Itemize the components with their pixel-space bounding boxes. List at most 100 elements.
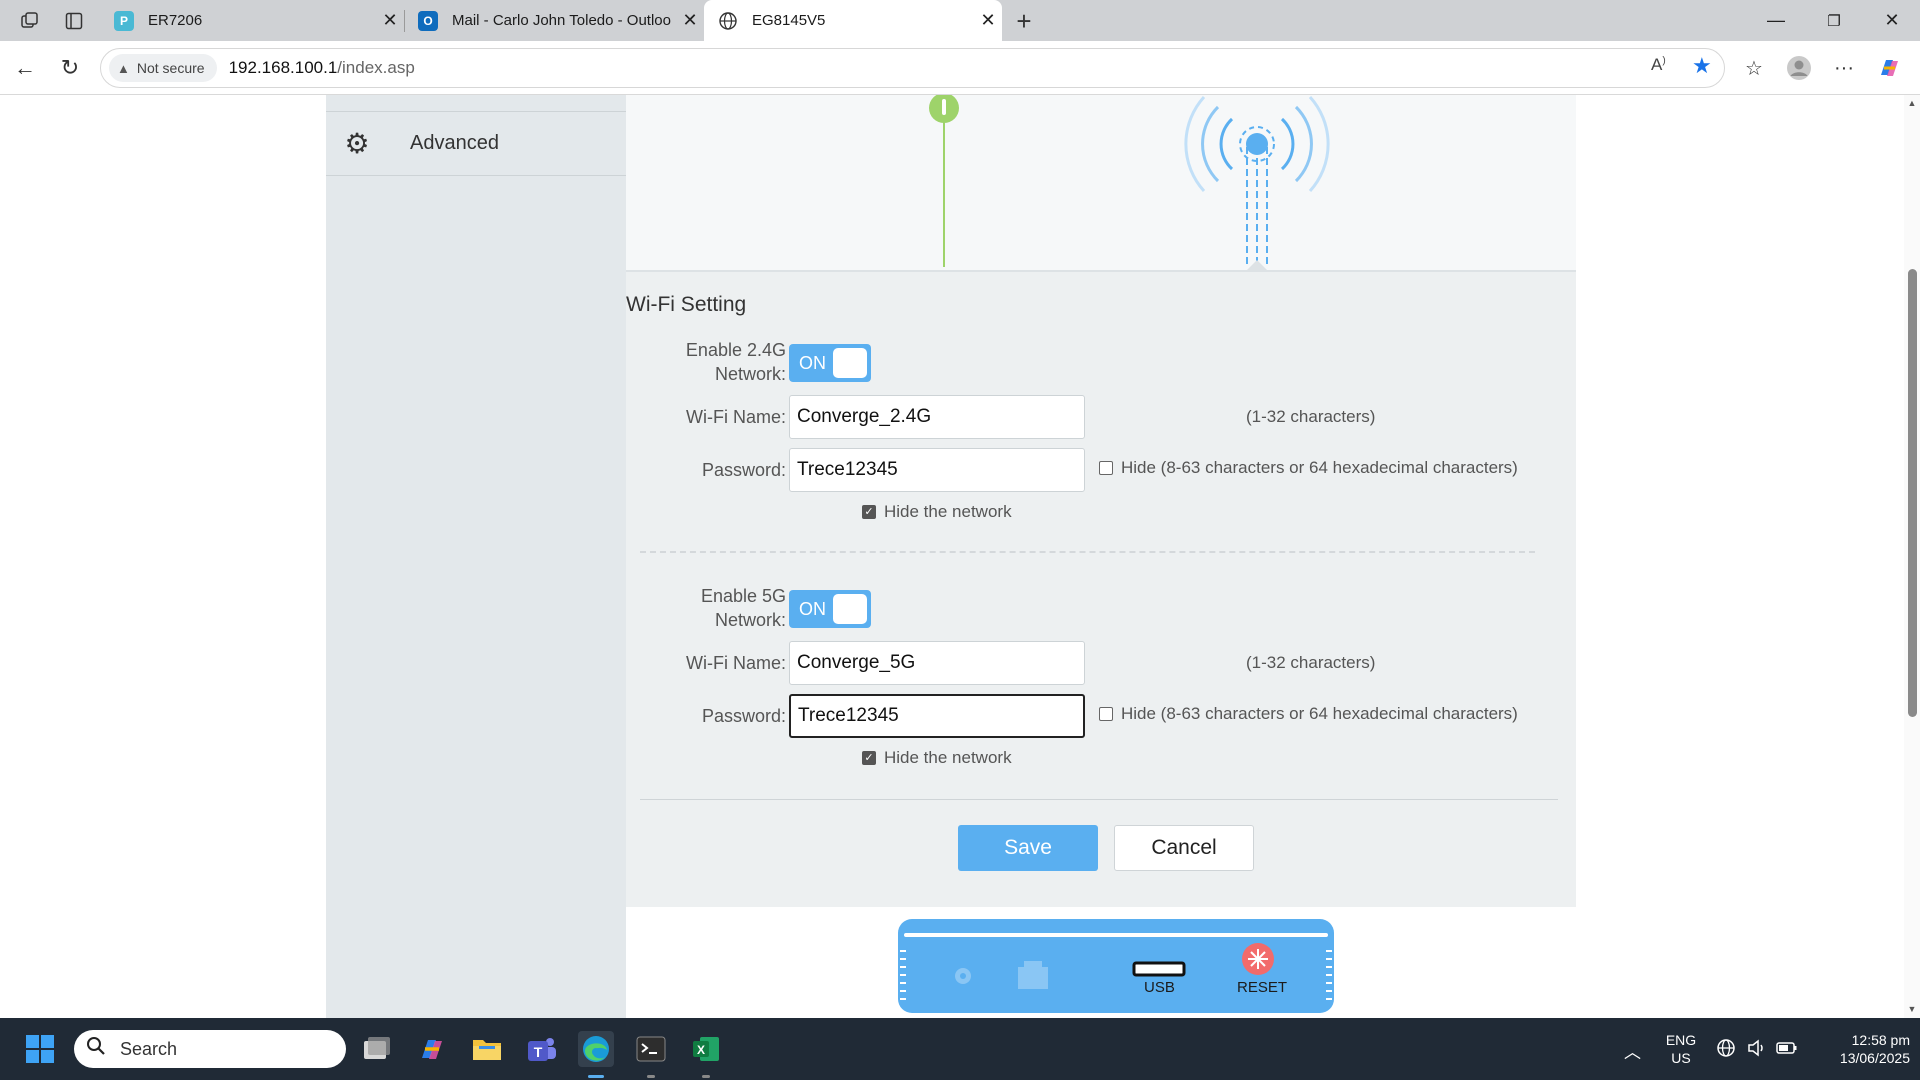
task-view-icon[interactable]	[359, 1031, 395, 1067]
running-app-indicator	[702, 1075, 710, 1078]
page-scrollbar[interactable]: ▲ ▼	[1904, 95, 1920, 1018]
chevron-up-icon[interactable]: ︿	[1624, 1038, 1641, 1063]
password-24g-input[interactable]	[789, 448, 1085, 492]
tab-close-icon[interactable]: ✕	[974, 10, 1002, 31]
tab-eg8145v5[interactable]: EG8145V5 ✕	[704, 0, 1002, 41]
terminal-icon[interactable]	[633, 1031, 669, 1067]
wifi-name-5g-label: Wi-Fi Name:	[686, 653, 786, 673]
restore-icon[interactable]: ❐	[1805, 0, 1863, 41]
save-button[interactable]: Save	[958, 825, 1098, 871]
tab-outlook-mail[interactable]: O Mail - Carlo John Toledo - Outloo ✕	[404, 0, 704, 41]
hide-password-24g-label: Hide (8-63 characters or 64 hexadecimal …	[1121, 458, 1518, 477]
password-5g-input[interactable]	[789, 694, 1085, 738]
router-sidebar: ⚙ Advanced	[326, 95, 626, 1018]
sidebar-item-label: Advanced	[410, 132, 499, 154]
svg-text:X: X	[697, 1043, 705, 1057]
favorites-icon[interactable]: ☆	[1737, 51, 1771, 85]
usb-label: USB	[1144, 979, 1175, 996]
teams-icon[interactable]: T	[524, 1031, 560, 1067]
scrollbar-thumb[interactable]	[1908, 269, 1917, 717]
url-host: 192.168.100.1	[228, 58, 338, 77]
windows-start-icon[interactable]	[22, 1031, 58, 1067]
edge-browser-icon[interactable]	[578, 1031, 614, 1067]
hide-network-5g[interactable]: ✓ Hide the network	[862, 748, 1012, 768]
tab-er7206[interactable]: P ER7206 ✕	[100, 0, 405, 41]
cancel-button[interactable]: Cancel	[1114, 825, 1254, 871]
volume-icon[interactable]	[1746, 1038, 1766, 1063]
section-title: Wi-Fi Setting	[626, 293, 747, 316]
battery-icon[interactable]	[1776, 1038, 1798, 1063]
password-24g-label: Password:	[701, 460, 786, 480]
hide-network-24g[interactable]: ✓ Hide the network	[862, 502, 1012, 522]
tab-close-icon[interactable]: ✕	[376, 10, 404, 31]
hide-password-24g[interactable]: Hide (8-63 characters or 64 hexadecimal …	[1099, 458, 1518, 478]
network-globe-icon[interactable]	[1716, 1038, 1736, 1063]
url-text[interactable]: 192.168.100.1/index.asp	[229, 58, 415, 78]
url-path: /index.asp	[337, 58, 415, 77]
clock-date: 13/06/2025	[1839, 1050, 1910, 1066]
hide-network-5g-checkbox[interactable]: ✓	[862, 751, 876, 765]
form-divider	[640, 799, 1558, 800]
back-arrow-icon[interactable]: ←	[8, 51, 42, 85]
clock[interactable]: 12:58 pm 13/06/2025	[1806, 1031, 1910, 1067]
copilot-app-icon[interactable]	[414, 1031, 450, 1067]
gear-icon: ⚙	[344, 128, 370, 159]
profile-avatar-icon[interactable]	[1782, 51, 1816, 85]
reset-label: RESET	[1237, 979, 1288, 996]
excel-icon[interactable]: X	[688, 1031, 724, 1067]
sidebar-item-advanced[interactable]: ⚙ Advanced	[326, 111, 626, 176]
taskbar-search-box[interactable]: Search	[74, 1030, 346, 1068]
refresh-icon[interactable]: ↻	[53, 51, 87, 85]
more-options-icon[interactable]: ···	[1827, 51, 1861, 85]
search-placeholder: Search	[120, 1038, 178, 1059]
hide-password-5g[interactable]: Hide (8-63 characters or 64 hexadecimal …	[1099, 704, 1518, 724]
hide-network-24g-checkbox[interactable]: ✓	[862, 505, 876, 519]
wireless-signal-icon	[1184, 95, 1330, 270]
wifi-name-24g-input[interactable]	[789, 395, 1085, 439]
vertical-tabs-icon[interactable]	[61, 8, 87, 34]
region-label: US	[1671, 1050, 1691, 1066]
power-port-icon	[955, 968, 971, 984]
globe-icon	[718, 11, 738, 31]
not-secure-badge[interactable]: ▲ Not secure	[109, 54, 217, 82]
clock-time: 12:58 pm	[1851, 1032, 1910, 1048]
tp-link-icon: P	[114, 10, 134, 31]
wifi-settings-panel: Wi-Fi Setting Enable 2.4G Network: ON Wi…	[626, 95, 1576, 1018]
scroll-up-arrow-icon[interactable]: ▲	[1904, 95, 1920, 111]
wifi-name-24g-hint: (1-32 characters)	[1246, 407, 1376, 426]
svg-text:T: T	[534, 1044, 543, 1060]
hide-password-5g-checkbox[interactable]	[1099, 707, 1113, 721]
scroll-down-arrow-icon[interactable]: ▼	[1904, 1001, 1920, 1017]
close-window-icon[interactable]: ✕	[1863, 0, 1920, 41]
file-explorer-icon[interactable]	[469, 1031, 505, 1067]
search-icon	[86, 1036, 106, 1062]
enable-5g-label: Enable 5G Network:	[700, 586, 786, 630]
toggle-state: ON	[799, 353, 826, 373]
browser-tab-strip: P ER7206 ✕ O Mail - Carlo John Toledo - …	[0, 0, 1920, 41]
minimize-icon[interactable]: —	[1747, 0, 1805, 41]
new-tab-button[interactable]: +	[1011, 6, 1037, 36]
toggle-knob	[833, 348, 867, 378]
language-label: ENG	[1665, 1032, 1697, 1048]
band-divider	[640, 551, 1535, 553]
copilot-icon[interactable]	[1872, 51, 1906, 85]
hide-network-5g-label: Hide the network	[884, 748, 1012, 767]
enable-24g-toggle[interactable]: ON	[789, 344, 871, 382]
input-language[interactable]: ENG US	[1664, 1031, 1698, 1067]
enable-5g-toggle[interactable]: ON	[789, 590, 871, 628]
active-app-indicator	[588, 1075, 604, 1078]
browser-toolbar: ← ↻ ▲ Not secure 192.168.100.1/index.asp…	[0, 41, 1920, 95]
tab-close-icon[interactable]: ✕	[676, 10, 704, 31]
address-bar[interactable]: ▲ Not secure 192.168.100.1/index.asp A) …	[100, 48, 1725, 88]
workspaces-icon[interactable]	[17, 8, 43, 34]
running-app-indicator	[647, 1075, 655, 1078]
read-aloud-icon[interactable]: A)	[1651, 55, 1666, 75]
hide-password-24g-checkbox[interactable]	[1099, 461, 1113, 475]
enable-24g-label: Enable 2.4G Network:	[685, 340, 786, 384]
wifi-name-5g-hint: (1-32 characters)	[1246, 653, 1376, 672]
favorite-star-icon[interactable]: ★	[1692, 53, 1712, 79]
tab-title: Mail - Carlo John Toledo - Outloo	[452, 12, 671, 29]
ethernet-port-icon	[1018, 961, 1048, 989]
wifi-name-5g-input[interactable]	[789, 641, 1085, 685]
network-topology-diagram	[626, 95, 1576, 272]
